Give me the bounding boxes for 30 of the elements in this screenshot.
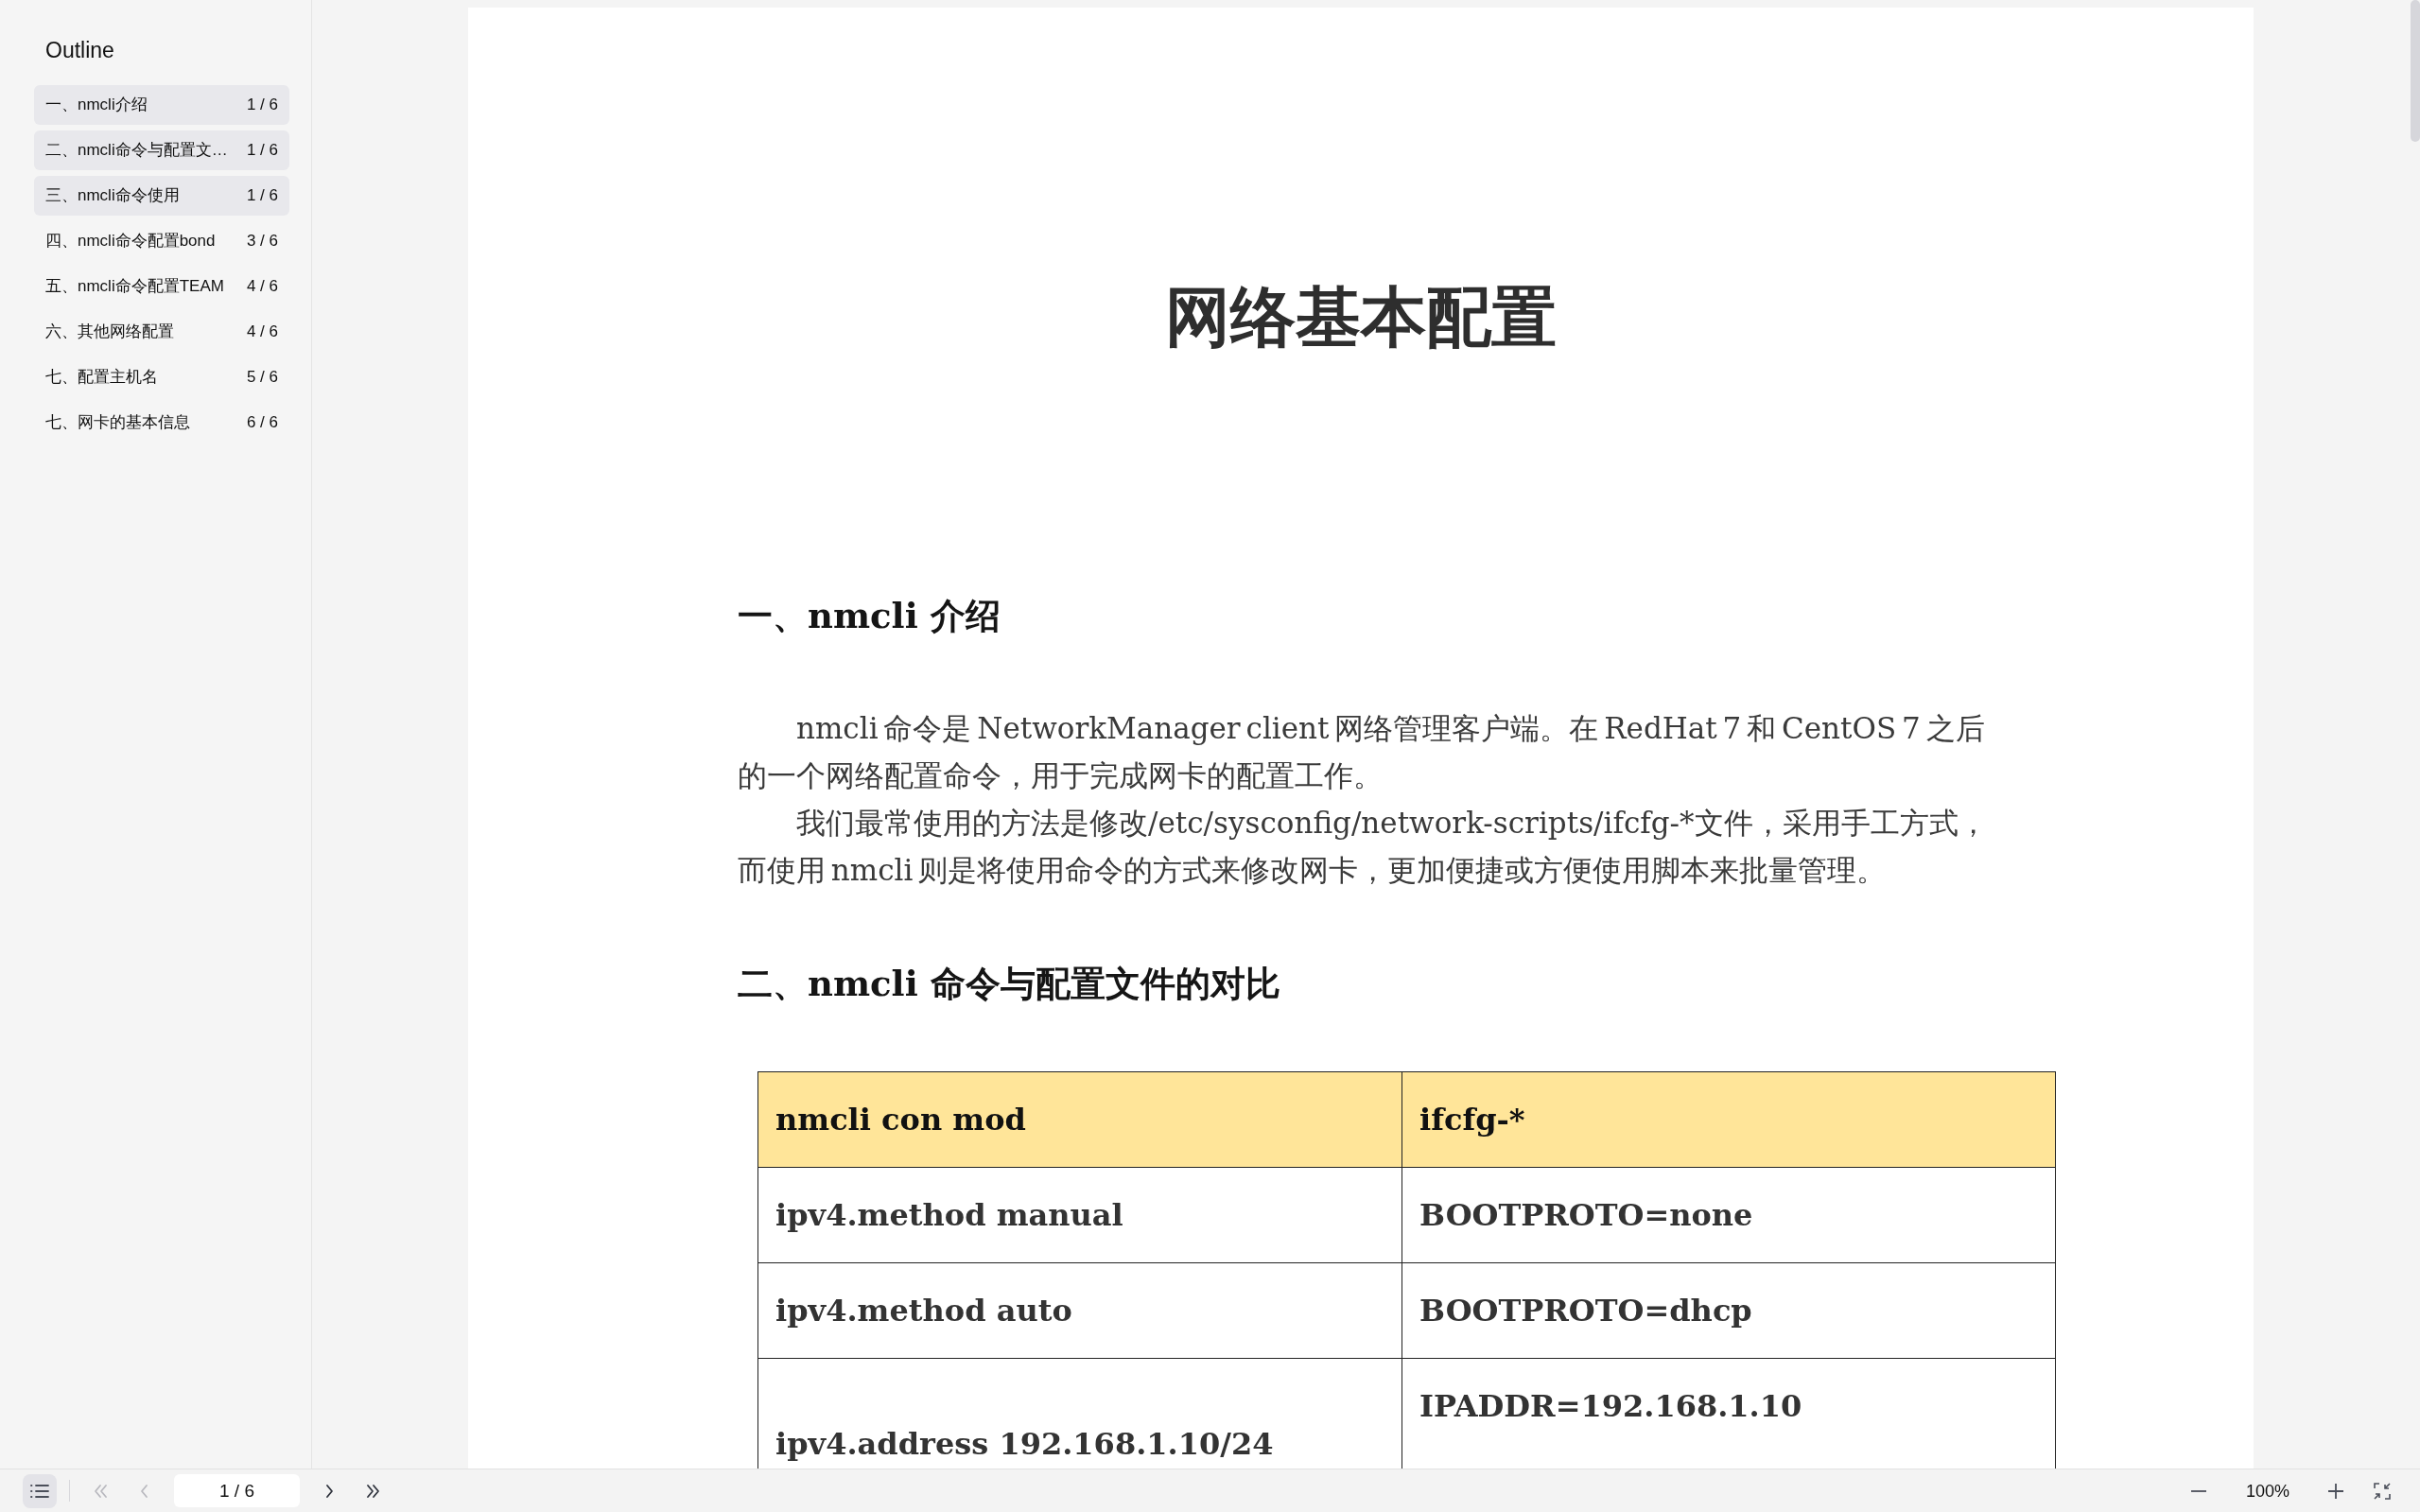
- section-heading: 二、nmcli 命令与配置文件的对比: [738, 962, 1280, 1006]
- outline-title: Outline: [45, 37, 114, 64]
- table-header-cell: nmcli con mod: [775, 1102, 1026, 1138]
- section-heading: 一、nmcli 介绍: [738, 594, 1001, 638]
- outline-item[interactable]: 六、其他网络配置 4 / 6: [34, 312, 289, 352]
- scrollbar-thumb[interactable]: [2411, 0, 2420, 142]
- plus-icon: [2328, 1483, 2343, 1499]
- document-title: 网络基本配置: [1165, 277, 1557, 356]
- outline-item[interactable]: 七、配置主机名 5 / 6: [34, 357, 289, 397]
- minus-icon: [2190, 1489, 2206, 1492]
- table-cell: BOOTPROTO=dhcp: [1419, 1293, 1752, 1329]
- body-paragraph: 我们最常使用的方法是修改/etc/sysconfig/network-scripts/ifcfg-*文件，采用手工方式，而使用 nmcli 则是将使用命令的方式来修改网卡，更加便捷或方便使用脚本来批量管理。: [738, 805, 1989, 889]
- body-paragraph: nmcli 命令是 NetworkManager client 网络管理客户端。在 RedHat 7 和 CentOS 7 之后的一个网络配置命令，用于完成网卡的配置工作。: [738, 710, 1986, 794]
- list-icon: [30, 1483, 49, 1499]
- table-cell: ipv4.method auto: [775, 1293, 1072, 1329]
- zoom-level: 100%: [2245, 1480, 2289, 1503]
- outline-item[interactable]: 七、网卡的基本信息 6 / 6: [34, 403, 289, 443]
- outline-toggle-button[interactable]: [23, 1473, 57, 1508]
- table-cell: ipv4.address 192.168.1.10/24: [775, 1425, 1274, 1462]
- outline-item[interactable]: 三、nmcli命令使用 1 / 6: [34, 176, 289, 216]
- outline-item[interactable]: 二、nmcli命令与配置文… 1 / 6: [34, 130, 289, 170]
- outline-item[interactable]: 四、nmcli命令配置bond 3 / 6: [34, 221, 289, 261]
- page-number-field[interactable]: 1 / 6: [174, 1474, 300, 1507]
- outline-item[interactable]: 一、nmcli介绍 1 / 6: [34, 85, 289, 125]
- table-cell: ipv4.method manual: [775, 1197, 1123, 1233]
- outline-item[interactable]: 五、nmcli命令配置TEAM 4 / 6: [34, 267, 289, 306]
- table-cell: IPADDR=192.168.1.10: [1419, 1388, 1802, 1424]
- exit-fullscreen-icon: [2374, 1482, 2391, 1500]
- table-header-cell: ifcfg-*: [1419, 1102, 1525, 1138]
- table-cell: BOOTPROTO=none: [1419, 1197, 1753, 1233]
